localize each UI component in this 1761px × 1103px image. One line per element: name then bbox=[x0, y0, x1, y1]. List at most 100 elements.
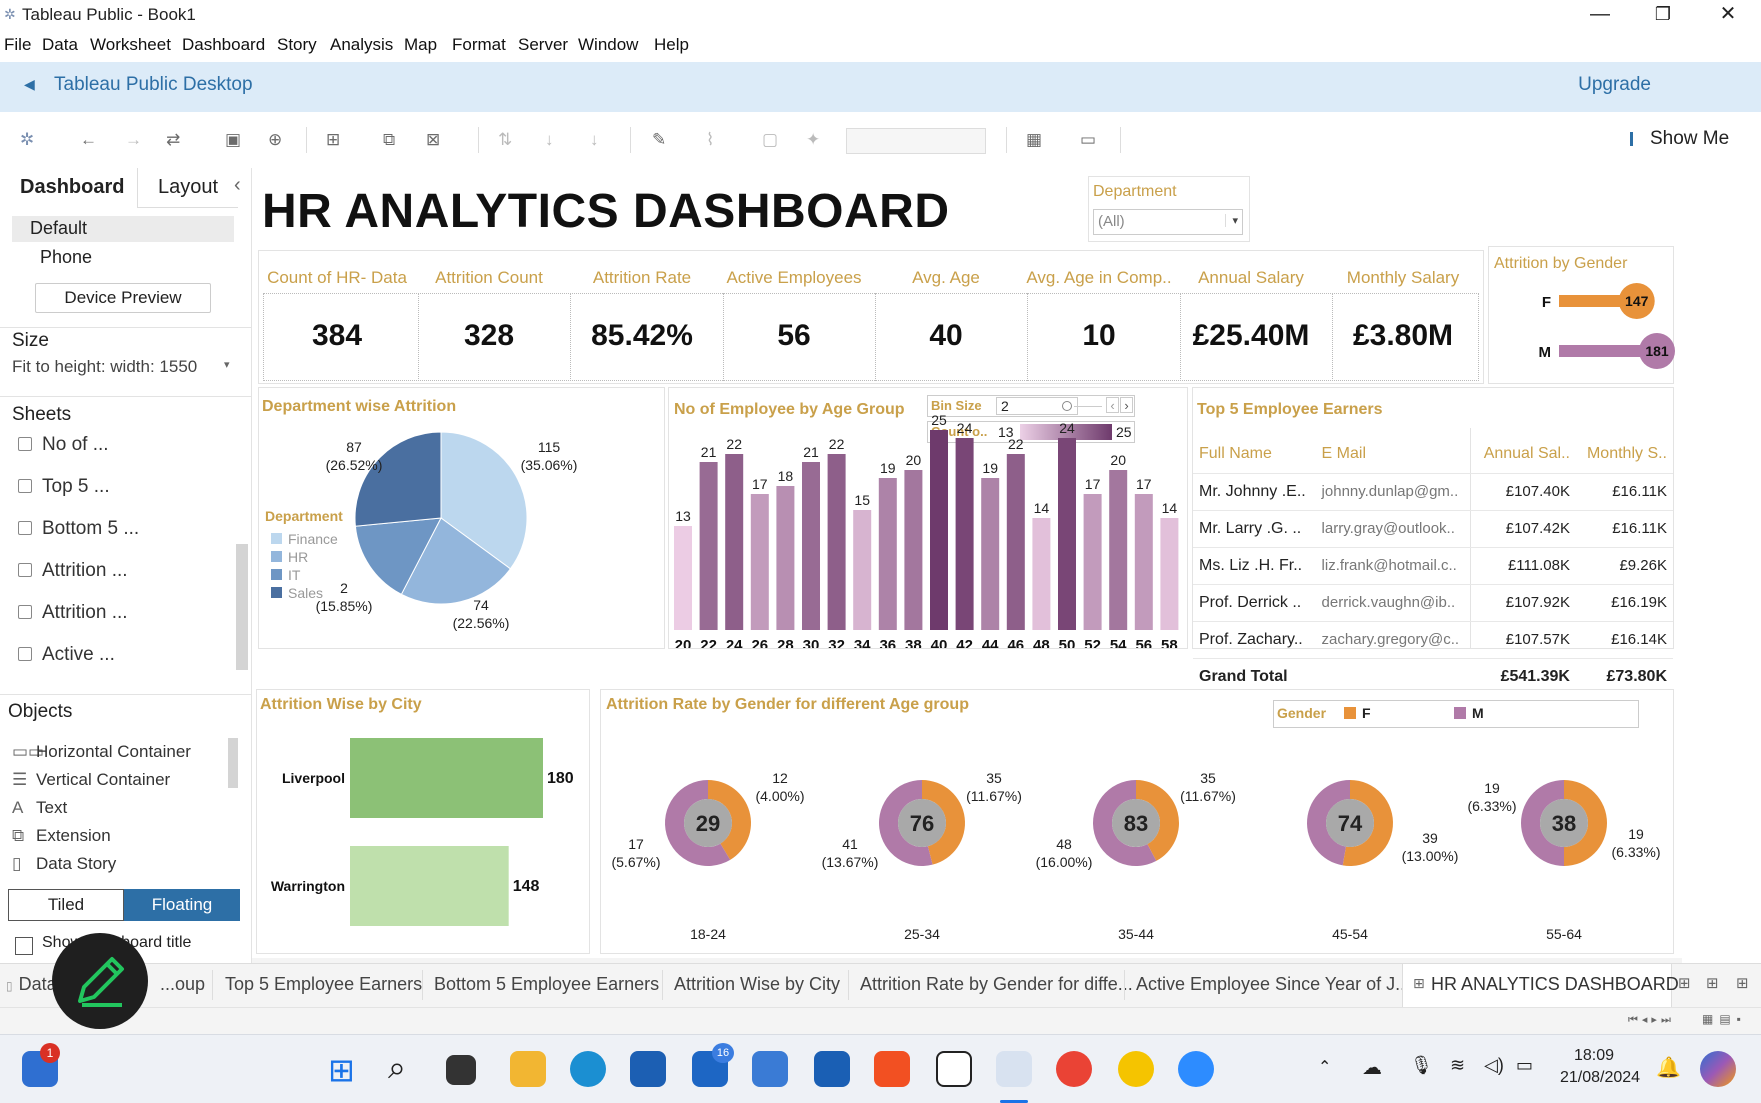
menu-dashboard[interactable]: Dashboard bbox=[182, 35, 265, 55]
object-data-story[interactable]: ▯ Data Story bbox=[12, 854, 116, 874]
brave-icon[interactable] bbox=[874, 1051, 910, 1087]
menu-data[interactable]: Data bbox=[42, 35, 78, 55]
table-row[interactable]: Ms. Liz .H. Fr.. liz.frank@hotmail.c.. £… bbox=[1193, 546, 1673, 584]
sheet-item[interactable]: Attrition ... bbox=[18, 560, 128, 582]
tab-dashboard[interactable]: Dashboard bbox=[0, 168, 138, 208]
object-vertical-container[interactable]: ☰ Vertical Container bbox=[12, 770, 170, 790]
new-dashboard-tab-icon[interactable]: ⊞ bbox=[1706, 974, 1719, 992]
device-default[interactable]: Default bbox=[30, 218, 87, 239]
menu-help[interactable]: Help bbox=[654, 35, 689, 55]
menu-analysis[interactable]: Analysis bbox=[330, 35, 393, 55]
objects-scrollbar[interactable] bbox=[228, 738, 238, 788]
device-phone[interactable]: Phone bbox=[40, 247, 92, 268]
annotation-pencil-button[interactable] bbox=[52, 933, 148, 1029]
column-header[interactable]: Annual Sal.. bbox=[1474, 436, 1576, 473]
onedrive-icon[interactable]: ☁ bbox=[1362, 1055, 1382, 1080]
upgrade-link[interactable]: Upgrade bbox=[1578, 74, 1651, 96]
myhp-icon[interactable] bbox=[752, 1051, 788, 1087]
minimize-button[interactable]: — bbox=[1570, 0, 1630, 30]
clock-time[interactable]: 18:09 bbox=[1574, 1047, 1614, 1065]
vscode-like-icon[interactable] bbox=[630, 1051, 666, 1087]
sheet-item[interactable]: Attrition ... bbox=[18, 602, 128, 624]
chrome-icon[interactable] bbox=[1056, 1051, 1092, 1087]
clock-date[interactable]: 21/08/2024 bbox=[1560, 1069, 1640, 1087]
menu-server[interactable]: Server bbox=[518, 35, 568, 55]
tableau-taskbar-icon[interactable] bbox=[996, 1051, 1032, 1087]
sheet-item[interactable]: Bottom 5 ... bbox=[18, 518, 139, 540]
object-text[interactable]: A Text bbox=[12, 798, 67, 818]
sheet-tab[interactable]: Top 5 Employee Earners bbox=[225, 974, 422, 995]
sort-descending-icon[interactable]: ↓ bbox=[590, 130, 599, 150]
menu-map[interactable]: Map bbox=[404, 35, 437, 55]
zoom-icon[interactable] bbox=[1178, 1051, 1214, 1087]
tiled-toggle[interactable]: Tiled bbox=[8, 889, 124, 921]
new-worksheet-tab-icon[interactable]: ⊞ bbox=[1678, 974, 1691, 992]
replace-data-icon[interactable]: ⇄ bbox=[166, 130, 180, 150]
object-extension[interactable]: ⧉ Extension bbox=[12, 826, 111, 846]
task-view-icon[interactable] bbox=[446, 1055, 476, 1085]
sort-ascending-icon[interactable]: ↓ bbox=[545, 130, 554, 150]
edge-icon[interactable] bbox=[570, 1051, 606, 1087]
save-icon[interactable]: ▣ bbox=[225, 130, 241, 150]
column-header[interactable]: E Mail bbox=[1316, 436, 1474, 473]
wifi-icon[interactable]: ≋ bbox=[1450, 1055, 1465, 1076]
miro-icon[interactable] bbox=[936, 1051, 972, 1087]
microphone-icon[interactable]: 🎙 bbox=[1410, 1055, 1433, 1076]
chevron-down-icon[interactable]: ▾ bbox=[1225, 214, 1238, 227]
table-row[interactable]: Mr. Johnny .E.. johnny.dunlap@gm.. £107.… bbox=[1193, 472, 1673, 510]
sheet-item[interactable]: No of ... bbox=[18, 434, 109, 456]
sheet-tab[interactable]: Bottom 5 Employee Earners bbox=[434, 974, 659, 995]
group-icon[interactable]: ⌇ bbox=[706, 130, 714, 150]
clear-sheet-icon[interactable]: ⊠ bbox=[426, 130, 440, 150]
table-row[interactable]: Prof. Derrick .. derrick.vaughn@ib.. £10… bbox=[1193, 583, 1673, 621]
chevron-down-icon[interactable]: ▾ bbox=[224, 358, 230, 371]
active-sheet-tab[interactable]: ⊞ HR ANALYTICS DASHBOARD bbox=[1402, 964, 1679, 1008]
view-mode-icons[interactable]: ▦▤▪ bbox=[1702, 1012, 1747, 1026]
table-row[interactable]: Prof. Zachary.. zachary.gregory@c.. £107… bbox=[1193, 620, 1673, 658]
device-preview-button[interactable]: Device Preview bbox=[35, 283, 211, 313]
sheet-item[interactable]: Active ... bbox=[18, 644, 115, 666]
maximize-button[interactable]: ❐ bbox=[1633, 0, 1693, 30]
sheet-tab[interactable]: Attrition Rate by Gender for diffe... bbox=[860, 974, 1133, 995]
new-story-tab-icon[interactable]: ⊞ bbox=[1736, 974, 1749, 992]
tab-layout[interactable]: Layout bbox=[138, 168, 238, 208]
new-worksheet-icon[interactable]: ⊞ bbox=[326, 130, 340, 150]
copilot-icon[interactable] bbox=[1700, 1051, 1736, 1087]
store-icon[interactable] bbox=[814, 1051, 850, 1087]
presentation-mode-icon[interactable]: ▭ bbox=[1080, 130, 1096, 150]
redo-icon[interactable]: → bbox=[125, 130, 142, 150]
department-select[interactable]: (All) ▾ bbox=[1093, 209, 1243, 235]
object-horizontal-container[interactable]: ▭▭Horizontal Container bbox=[12, 742, 191, 762]
sheet-tab[interactable]: Active Employee Since Year of J... bbox=[1136, 974, 1410, 995]
tab-navigation-icons[interactable]: ⏮◂▸⏭ bbox=[1628, 1013, 1675, 1027]
menu-worksheet[interactable]: Worksheet bbox=[90, 35, 171, 55]
duplicate-icon[interactable]: ⧉ bbox=[383, 130, 395, 150]
menu-story[interactable]: Story bbox=[277, 35, 317, 55]
search-icon[interactable]: ⌕ bbox=[388, 1049, 406, 1087]
menu-window[interactable]: Window bbox=[578, 35, 638, 55]
windows-start-icon[interactable]: ⊞ bbox=[328, 1051, 355, 1089]
show-title-checkbox[interactable] bbox=[15, 937, 33, 955]
sheet-item[interactable]: Top 5 ... bbox=[18, 476, 110, 498]
table-row[interactable]: Mr. Larry .G. .. larry.gray@outlook.. £1… bbox=[1193, 509, 1673, 547]
sheet-tab[interactable]: ▯ Data bbox=[6, 974, 57, 995]
sheets-scrollbar[interactable] bbox=[236, 544, 248, 670]
show-hidden-icons-chevron[interactable]: ⌃ bbox=[1318, 1057, 1331, 1077]
battery-icon[interactable]: ▭ bbox=[1516, 1055, 1533, 1076]
show-me-button[interactable]: Show Me bbox=[1650, 128, 1729, 150]
close-button[interactable]: ✕ bbox=[1698, 0, 1758, 30]
fit-select[interactable] bbox=[846, 128, 986, 154]
column-header[interactable]: Monthly S.. bbox=[1576, 436, 1673, 473]
new-data-source-icon[interactable]: ⊕ bbox=[268, 130, 282, 150]
swap-icon[interactable]: ⇅ bbox=[498, 130, 512, 150]
menu-format[interactable]: Format bbox=[452, 35, 506, 55]
file-explorer-icon[interactable] bbox=[510, 1051, 546, 1087]
labels-icon[interactable]: ▢ bbox=[762, 130, 778, 150]
tableau-logo-icon[interactable]: ✲ bbox=[20, 130, 34, 150]
undo-icon[interactable]: ← bbox=[80, 130, 97, 150]
pin-icon[interactable]: ✦ bbox=[806, 130, 820, 150]
menu-file[interactable]: File bbox=[4, 35, 31, 55]
floating-toggle[interactable]: Floating bbox=[124, 889, 240, 921]
show-cards-icon[interactable]: ▦ bbox=[1026, 130, 1042, 150]
sketch-app-icon[interactable] bbox=[1118, 1051, 1154, 1087]
